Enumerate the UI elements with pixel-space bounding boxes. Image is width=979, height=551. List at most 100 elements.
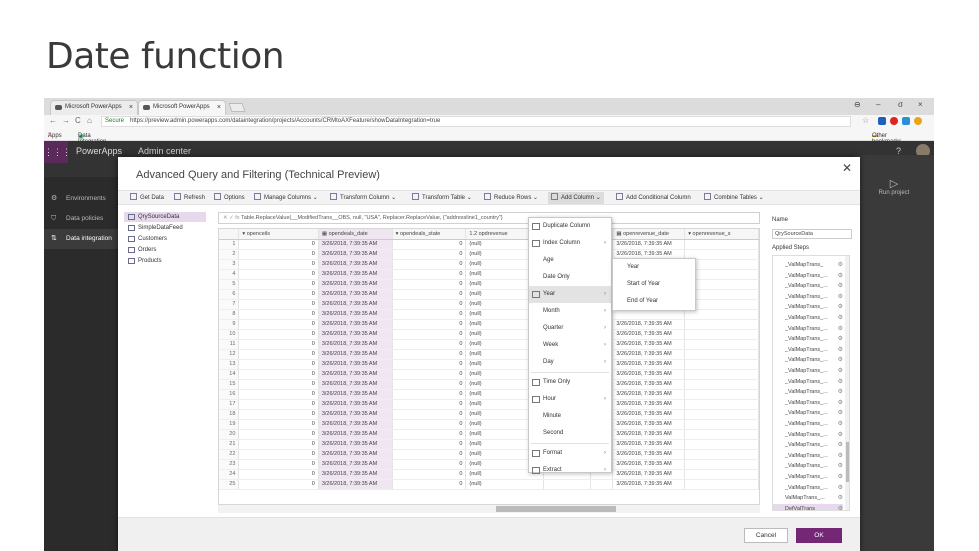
menu-item-minute[interactable]: Minute	[529, 408, 611, 425]
applied-step[interactable]: _ValMapTrans_... ⚙	[773, 387, 843, 398]
restore-icon[interactable]: σ	[898, 100, 903, 109]
gear-icon[interactable]: ⚙	[838, 292, 843, 302]
menu-item-second[interactable]: Second	[529, 425, 611, 442]
gear-icon[interactable]: ⚙	[838, 472, 843, 482]
query-name-input[interactable]: QrySourceData	[772, 229, 852, 239]
reload-icon[interactable]: C	[75, 116, 81, 125]
gear-icon[interactable]: ⚙	[838, 334, 843, 344]
applied-step[interactable]: _ValMapTrans_... ⚙	[773, 334, 843, 345]
applied-step[interactable]: _ValMapTrans_... ⚙	[773, 313, 843, 324]
manage-columns-button[interactable]: Manage Columns ⌄	[254, 192, 318, 204]
gear-icon[interactable]: ⚙	[838, 281, 843, 291]
formula-bar[interactable]: ✕ ✓ fx Table.ReplaceValue(__ModifiedTran…	[218, 212, 760, 224]
combine-tables-button[interactable]: Combine Tables ⌄	[704, 192, 764, 204]
close-window-icon[interactable]: ×	[918, 100, 923, 109]
menu-item-index-column[interactable]: Index Column ›	[529, 235, 611, 252]
transform-table-button[interactable]: Transform Table ⌄	[412, 192, 472, 204]
query-item[interactable]: QrySourceData	[124, 212, 206, 222]
gear-icon[interactable]: ⚙	[838, 440, 843, 450]
waffle-icon[interactable]: ⋮⋮⋮	[44, 141, 71, 163]
nav-item-environments[interactable]: ⚙ Environments	[44, 189, 118, 209]
gear-icon[interactable]: ⚙	[838, 355, 843, 365]
applied-step[interactable]: _ValMapTrans_... ⚙	[773, 419, 843, 430]
menu-item-month[interactable]: Month ›	[529, 303, 611, 320]
reduce-rows-button[interactable]: Reduce Rows ⌄	[484, 192, 538, 204]
vertical-scrollbar[interactable]	[845, 256, 849, 510]
gear-icon[interactable]: ⚙	[838, 387, 843, 397]
applied-step[interactable]: _ValMapTrans_... ⚙	[773, 483, 843, 494]
extension-b-icon[interactable]	[878, 117, 886, 125]
gear-icon[interactable]: ⚙	[838, 451, 843, 461]
applied-step[interactable]: _ValMapTrans_... ⚙	[773, 451, 843, 462]
applied-step[interactable]: _ValMapTrans_... ⚙	[773, 461, 843, 472]
nav-item-data-integration[interactable]: ⇅ Data integration	[44, 229, 118, 249]
add-conditional-column-button[interactable]: Add Conditional Column	[616, 192, 691, 204]
url-field[interactable]: Secure https://preview.admin.powerapps.co…	[101, 116, 851, 127]
gear-icon[interactable]: ⚙	[838, 271, 843, 281]
applied-step[interactable]: DefValTrans ⚙	[773, 503, 843, 510]
home-icon[interactable]: ⌂	[87, 116, 92, 125]
add-column-button[interactable]: Add Column ⌄	[548, 192, 604, 204]
gear-icon[interactable]: ⚙	[838, 504, 843, 510]
applied-step[interactable]: _ValMapTrans_... ⚙	[773, 398, 843, 409]
options-button[interactable]: Options	[214, 192, 245, 204]
menu-item-end-of-year[interactable]: End of Year	[613, 293, 695, 310]
menu-item-start-of-year[interactable]: Start of Year	[613, 276, 695, 293]
applied-step[interactable]: _ValMapTrans_... ⚙	[773, 324, 843, 335]
horizontal-scrollbar[interactable]	[218, 505, 760, 513]
cancel-button[interactable]: Cancel	[744, 528, 788, 543]
column-header[interactable]: ▾ opendeals_state	[392, 229, 467, 240]
extension-yellow-icon[interactable]	[914, 117, 922, 125]
menu-item-hour[interactable]: Hour ›	[529, 391, 611, 408]
column-header[interactable]: ▦ openrevenue_date	[612, 229, 686, 240]
applied-step[interactable]: _ValMapTrans_... ⚙	[773, 366, 843, 377]
gear-icon[interactable]: ⚙	[838, 408, 843, 418]
gear-icon[interactable]: ⚙	[838, 366, 843, 376]
gear-icon[interactable]: ⚙	[838, 345, 843, 355]
scrollbar-thumb[interactable]	[496, 506, 616, 512]
ok-button[interactable]: OK	[796, 528, 842, 543]
applied-step[interactable]: _ValMapTrans_... ⚙	[773, 271, 843, 282]
windows-icon[interactable]	[902, 117, 910, 125]
applied-step[interactable]: _ValMapTrans_... ⚙	[773, 440, 843, 451]
gear-icon[interactable]: ⚙	[838, 260, 843, 270]
menu-item-format[interactable]: Format ›	[529, 445, 611, 462]
get-data-button[interactable]: Get Data	[130, 192, 164, 204]
close-tab-icon[interactable]: ×	[217, 101, 221, 114]
menu-item-duplicate-column[interactable]: Duplicate Column	[529, 218, 611, 235]
applied-step[interactable]: _ValMapTrans_... ⚙	[773, 430, 843, 441]
applied-step[interactable]: _ValMapTrans_... ⚙	[773, 377, 843, 388]
query-item[interactable]: Customers	[124, 234, 206, 244]
menu-item-year[interactable]: Year ›	[529, 286, 611, 303]
close-tab-icon[interactable]: ×	[129, 101, 133, 114]
applied-step[interactable]: _ValMapTrans_... ⚙	[773, 345, 843, 356]
run-project-button[interactable]: ▷ Run project	[872, 177, 916, 196]
minimize-icon[interactable]: –	[876, 100, 880, 109]
menu-item-year[interactable]: Year	[613, 259, 695, 276]
profile-icon[interactable]: ⊖	[854, 100, 861, 109]
gear-icon[interactable]: ⚙	[838, 483, 843, 493]
applied-step[interactable]: _ValMapTrans_... ⚙	[773, 292, 843, 303]
query-item[interactable]: Products	[124, 256, 206, 266]
applied-step[interactable]: _ValMapTrans_... ⚙	[773, 302, 843, 313]
gear-icon[interactable]: ⚙	[838, 398, 843, 408]
applied-step[interactable]: _ValMapTrans_... ⚙	[773, 472, 843, 483]
query-item[interactable]: Orders	[124, 245, 206, 255]
forward-icon[interactable]: →	[62, 116, 70, 125]
menu-item-day[interactable]: Day ›	[529, 354, 611, 371]
query-item[interactable]: SimpleDataFeed	[124, 223, 206, 233]
gear-icon[interactable]: ⚙	[838, 461, 843, 471]
applied-step[interactable]: _ValMapTrans_ ⚙	[773, 260, 843, 271]
menu-item-time-only[interactable]: Time Only	[529, 374, 611, 391]
gear-icon[interactable]: ⚙	[838, 313, 843, 323]
gear-icon[interactable]: ⚙	[838, 430, 843, 440]
new-tab-button[interactable]	[228, 103, 246, 112]
browser-tab[interactable]: Microsoft PowerApps ×	[50, 100, 138, 115]
bookmark-star-icon[interactable]: ☆	[862, 116, 869, 125]
menu-item-extract[interactable]: Extract ›	[529, 462, 611, 479]
refresh-button[interactable]: Refresh	[174, 192, 205, 204]
browser-tab-active[interactable]: Microsoft PowerApps ×	[138, 100, 226, 115]
applied-step[interactable]: ValMapTrans_... ⚙	[773, 493, 843, 504]
gear-icon[interactable]: ⚙	[838, 324, 843, 334]
close-icon[interactable]: ✕	[842, 161, 852, 175]
